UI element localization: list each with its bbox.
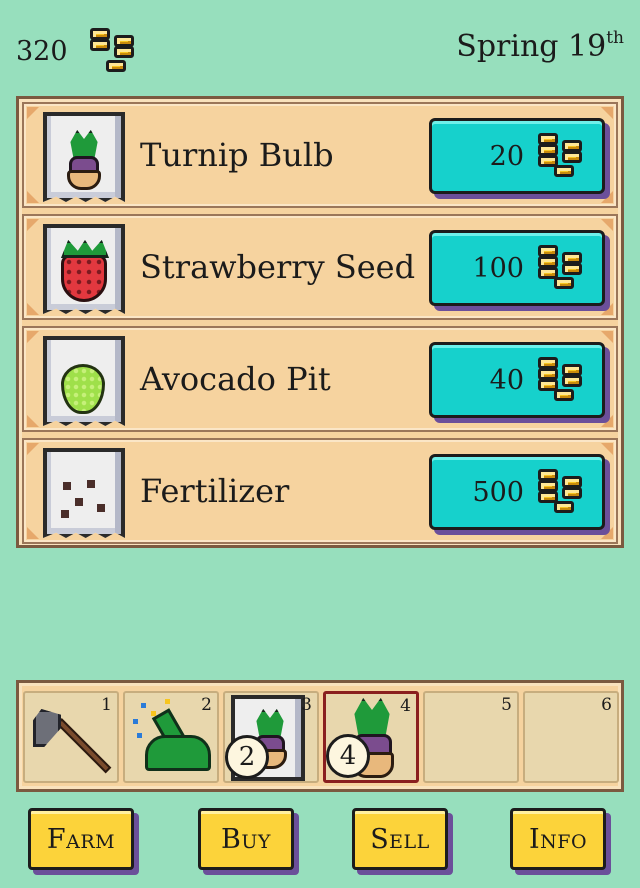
item-name: Avocado Pit [140,360,331,398]
sell-button[interactable]: Sell [352,808,448,870]
turnip-packet-icon [43,112,125,202]
info-button[interactable]: Info [510,808,606,870]
gold-amount: 320 [16,35,68,67]
item-price: 500 [472,476,524,508]
coin-stack-icon [536,467,588,517]
coin-stack-icon [536,131,588,181]
item-price: 100 [472,252,524,284]
item-name: Fertilizer [140,472,290,510]
toolbar-slot-4[interactable]: 4 4 [323,691,419,783]
slot-number: 4 [400,696,411,716]
item-price: 40 [489,364,524,396]
strawberry-packet-icon [43,224,125,314]
toolbar-slot-2[interactable]: 2 [123,691,219,783]
slot-number: 2 [201,695,212,715]
date-display: Spring 19th [456,28,624,64]
buy-fertilizer-button[interactable]: 500 [429,454,605,530]
buy-button[interactable]: Buy [198,808,294,870]
coin-stack-icon [536,355,588,405]
fertilizer-bag-icon [43,448,125,538]
toolbar-slot-6[interactable]: 6 [523,691,619,783]
item-price: 20 [489,140,524,172]
shop-item-strawberry-seed[interactable]: Strawberry Seed 100 [22,214,618,320]
gold-display: 320 [16,28,140,74]
quantity-badge: 4 [326,734,370,778]
toolbar-slot-1[interactable]: 1 [23,691,119,783]
day-suffix: th [606,28,624,48]
slot-number: 3 [301,695,312,715]
farm-button[interactable]: Farm [28,808,134,870]
coin-stack-icon [536,243,588,293]
avocado-packet-icon [43,336,125,426]
day-number: 19 [568,29,607,64]
quantity-badge: 2 [225,735,269,779]
slot-number: 6 [601,695,612,715]
item-name: Strawberry Seed [140,248,416,286]
shop-panel: Turnip Bulb 20 Strawberry Seed 100 Avoca… [16,96,624,548]
slot-number: 1 [101,695,112,715]
slot-number: 5 [501,695,512,715]
buy-turnip-bulb-button[interactable]: 20 [429,118,605,194]
buy-strawberry-seed-button[interactable]: 100 [429,230,605,306]
shop-item-avocado-pit[interactable]: Avocado Pit 40 [22,326,618,432]
season-label: Spring [456,29,559,64]
coin-stack-icon [88,26,140,76]
toolbar-slot-3[interactable]: 3 2 [223,691,319,783]
shop-item-fertilizer[interactable]: Fertilizer 500 [22,438,618,544]
item-name: Turnip Bulb [140,136,334,174]
toolbar-slot-5[interactable]: 5 [423,691,519,783]
inventory-toolbar: 1 2 3 2 4 4 5 6 [16,680,624,792]
shop-item-turnip-bulb[interactable]: Turnip Bulb 20 [22,102,618,208]
buy-avocado-pit-button[interactable]: 40 [429,342,605,418]
